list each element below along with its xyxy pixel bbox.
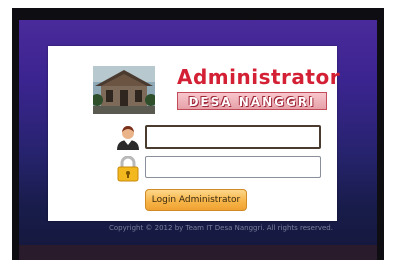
user-avatar-icon: [117, 126, 139, 150]
password-input[interactable]: [145, 156, 321, 178]
village-office-photo: [93, 66, 155, 114]
lock-icon: [117, 156, 139, 182]
app-subtitle: DESA NANGGRI: [177, 92, 327, 110]
login-button[interactable]: Login Administrator: [145, 189, 247, 211]
copyright-text: Copyright © 2012 by Team IT Desa Nanggri…: [109, 224, 333, 232]
login-panel: Administrator DESA NANGGRI Login Adminis…: [48, 46, 341, 221]
bottom-band: [19, 245, 377, 260]
page-background: Administrator DESA NANGGRI Login Adminis…: [19, 20, 377, 260]
username-input[interactable]: [145, 125, 321, 149]
app-title: Administrator: [177, 65, 341, 89]
